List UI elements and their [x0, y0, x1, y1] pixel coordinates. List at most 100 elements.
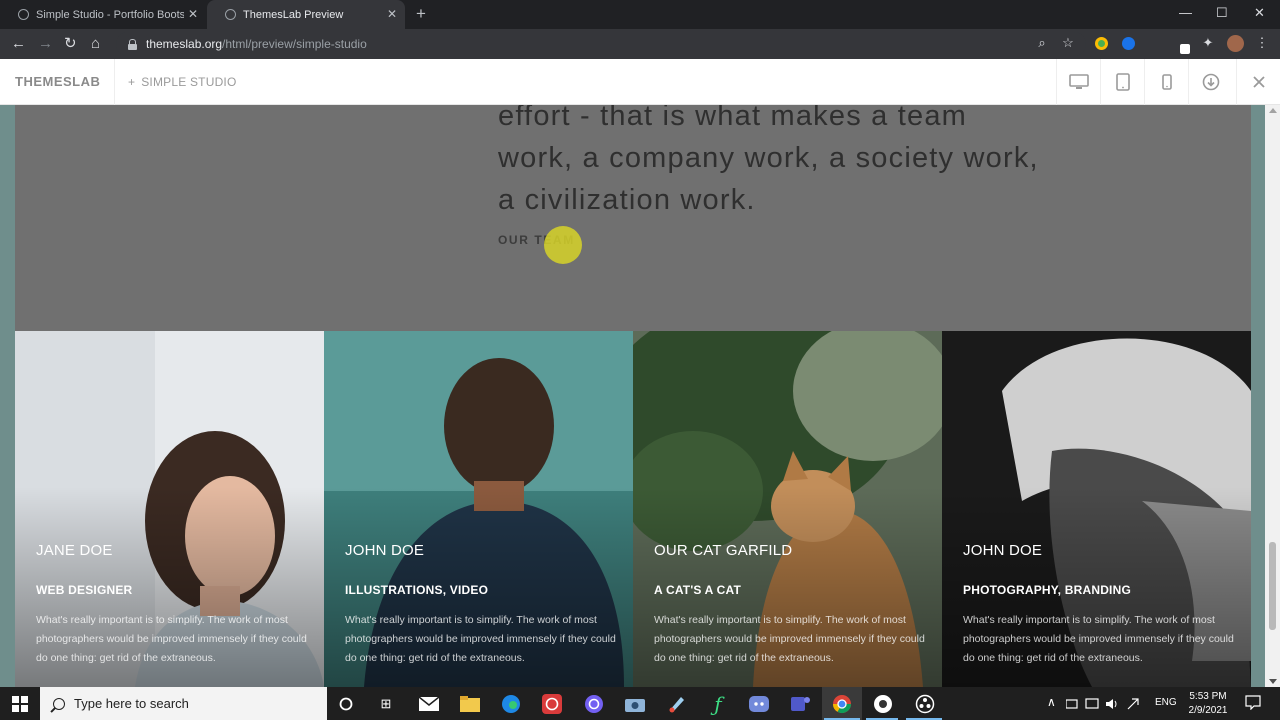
preview-header: THEMESLAB + SIMPLE STUDIO [0, 59, 1280, 105]
quote-line: effort - that is what makes a team [498, 105, 968, 132]
mobile-icon [1161, 74, 1172, 90]
browser-tab-simple-studio[interactable]: Simple Studio - Portfolio Bootstr ✕ [0, 0, 206, 29]
member-name: JOHN DOE [345, 542, 425, 559]
member-name: JANE DOE [36, 542, 113, 559]
tablet-view-button[interactable] [1100, 59, 1144, 105]
browser-tab-themeslab-preview[interactable]: ThemesLab Preview ✕ [207, 0, 405, 29]
extension-icon[interactable] [1180, 44, 1190, 54]
profile-avatar[interactable] [1227, 35, 1244, 52]
windows-logo-pane [12, 705, 19, 712]
page-scrollbar[interactable] [1265, 105, 1280, 687]
quote-line: a civilization work. [498, 184, 756, 216]
url-path: /html/preview/simple-studio [222, 37, 367, 51]
viber-icon[interactable] [583, 693, 605, 715]
member-role: WEB DESIGNER [36, 583, 133, 597]
tray-overflow-icon[interactable]: ∧ [1047, 695, 1056, 709]
windows-logo-pane [21, 696, 28, 703]
minimize-button[interactable]: — [1179, 4, 1192, 22]
discord-icon[interactable] [748, 693, 770, 715]
extensions-puzzle-icon[interactable]: ✦ [1200, 35, 1216, 51]
tray-icons [1065, 697, 1152, 714]
team-member-card[interactable]: JANE DOE WEB DESIGNER What's really impo… [15, 331, 324, 687]
maximize-button[interactable]: ☐ [1216, 4, 1228, 22]
extension-icon[interactable] [1122, 37, 1135, 50]
task-view-icon[interactable]: ⊞ [375, 693, 397, 715]
member-role: ILLUSTRATIONS, VIDEO [345, 583, 489, 597]
new-tab-button[interactable]: + [416, 4, 426, 24]
member-role: PHOTOGRAPHY, BRANDING [963, 583, 1131, 597]
paint-icon[interactable] [666, 693, 688, 715]
globe-icon [225, 9, 236, 20]
clock-date: 2/9/2021 [1188, 705, 1228, 716]
mobile-view-button[interactable] [1144, 59, 1188, 105]
media-icon[interactable] [872, 693, 894, 715]
scrollbar-thumb[interactable] [1269, 542, 1276, 630]
tab-title: ThemesLab Preview [243, 8, 344, 21]
menu-kebab-icon[interactable]: ⋮ [1254, 35, 1270, 51]
scroll-up-arrow-icon[interactable] [1269, 108, 1277, 113]
bookmark-star-icon[interactable]: ☆ [1060, 35, 1076, 51]
page-content: effort - that is what makes a team work,… [15, 105, 1251, 687]
windows-start-button[interactable] [12, 696, 28, 712]
member-bio: What's really important is to simplify. … [345, 614, 616, 664]
notifications-icon[interactable] [1245, 694, 1261, 713]
search-icon [53, 697, 65, 710]
theme-breadcrumb[interactable]: + SIMPLE STUDIO [128, 75, 237, 89]
desktop-view-button[interactable] [1056, 59, 1100, 105]
back-button[interactable]: ← [11, 34, 26, 54]
window-close-button[interactable]: ✕ [1254, 4, 1265, 22]
home-button[interactable]: ⌂ [91, 34, 100, 54]
team-member-card[interactable]: JOHN DOE ILLUSTRATIONS, VIDEO What's rea… [324, 331, 633, 687]
language-indicator[interactable]: ENG [1155, 697, 1177, 708]
windows-logo-pane [21, 705, 28, 712]
chrome-icon[interactable] [831, 693, 853, 715]
clock-time: 5:53 PM [1189, 691, 1227, 702]
brand-logo[interactable]: THEMESLAB [15, 74, 100, 89]
extension-icon[interactable] [1095, 37, 1108, 50]
close-icon [1252, 76, 1265, 88]
close-preview-button[interactable] [1236, 59, 1280, 105]
forward-button[interactable]: → [38, 34, 53, 54]
team-member-card[interactable]: OUR CAT GARFILD A CAT'S A CAT What's rea… [633, 331, 942, 687]
teams-icon[interactable] [790, 693, 812, 715]
download-icon [1202, 73, 1219, 91]
click-highlight-indicator [544, 226, 582, 264]
desktop-icon [1068, 74, 1089, 89]
zoom-icon[interactable]: ⌕ [1034, 35, 1050, 51]
tab-close-icon[interactable]: ✕ [387, 7, 397, 21]
function-icon[interactable]: ƒ [707, 692, 729, 716]
tab-close-icon[interactable]: ✕ [188, 7, 198, 21]
page-viewport[interactable]: effort - that is what makes a team work,… [0, 105, 1280, 687]
header-divider [114, 59, 115, 105]
file-explorer-icon[interactable] [459, 693, 481, 715]
search-placeholder: Type here to search [74, 696, 189, 711]
member-bio: What's really important is to simplify. … [963, 614, 1234, 664]
member-bio: What's really important is to simplify. … [654, 614, 925, 664]
cortana-icon[interactable] [335, 693, 357, 715]
url-host: themeslab.org [146, 37, 223, 51]
camera-icon[interactable] [624, 693, 646, 715]
browser-tabstrip: Simple Studio - Portfolio Bootstr ✕ Them… [0, 0, 1280, 29]
team-member-card[interactable]: JOHN DOE PHOTOGRAPHY, BRANDING What's re… [942, 331, 1251, 687]
team-grid: JANE DOE WEB DESIGNER What's really impo… [15, 331, 1251, 687]
tab-title: Simple Studio - Portfolio Bootstr [36, 8, 184, 21]
member-role: A CAT'S A CAT [654, 583, 741, 597]
member-bio: What's really important is to simplify. … [36, 614, 307, 664]
scroll-down-arrow-icon[interactable] [1269, 679, 1277, 684]
globe-icon [18, 9, 29, 20]
taskbar-search[interactable]: Type here to search [40, 687, 327, 720]
reload-button[interactable]: ↻ [64, 34, 77, 54]
whatsapp-icon[interactable] [541, 693, 563, 715]
address-bar[interactable]: themeslab.org/html/preview/simple-studio [116, 32, 1086, 56]
mail-icon[interactable] [418, 693, 440, 715]
download-button[interactable] [1188, 59, 1232, 105]
team-quote: effort - that is what makes a team work,… [498, 105, 1098, 221]
theme-name: SIMPLE STUDIO [141, 75, 237, 89]
obs-icon[interactable] [914, 693, 936, 715]
browser-toolbar: ← → ↻ ⌂ themeslab.org/html/preview/simpl… [0, 29, 1280, 59]
system-clock[interactable]: 5:53 PM 2/9/2021 [1180, 690, 1236, 718]
member-name: JOHN DOE [963, 542, 1043, 559]
edge-icon[interactable] [500, 693, 522, 715]
tablet-icon [1115, 73, 1130, 91]
windows-taskbar: Type here to search ⊞ ƒ ∧ ENG 5:53 PM 2/… [0, 687, 1280, 720]
